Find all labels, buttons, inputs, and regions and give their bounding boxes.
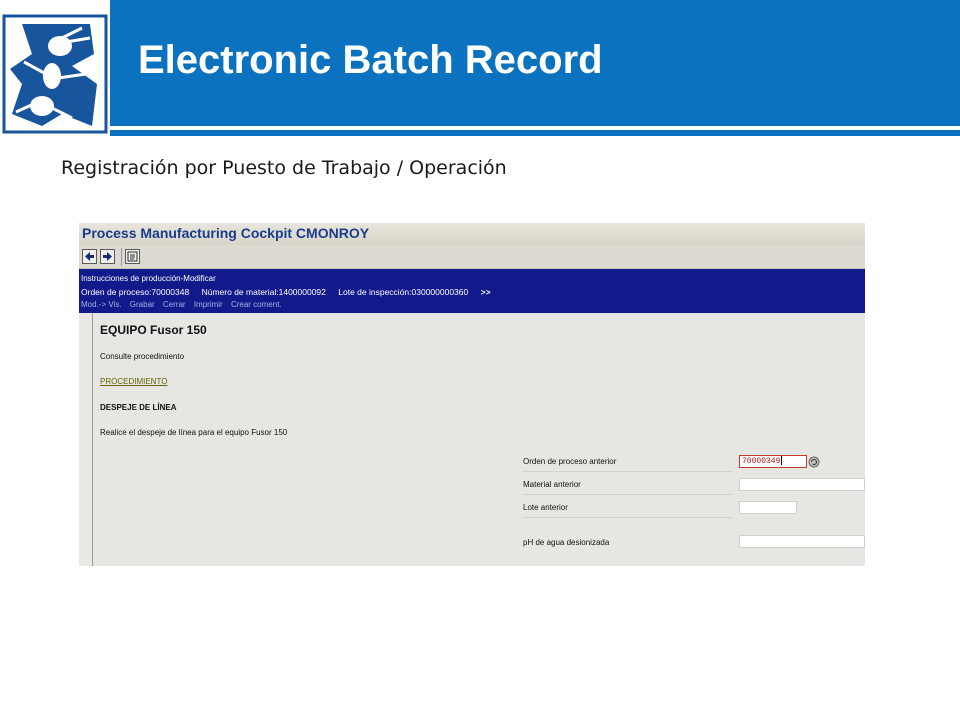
infobar-menu: Mod.-> Vis. Grabar Cerrar Imprimir Crear… <box>81 300 292 309</box>
sap-infobar: Instrucciones de producción-Modificar Or… <box>79 269 865 313</box>
slide-subtitle: Registración por Puesto de Trabajo / Ope… <box>61 157 507 179</box>
menu-crear-coment[interactable]: Crear coment. <box>231 300 282 309</box>
logo <box>0 0 110 138</box>
field-divider <box>522 517 732 518</box>
search-help-icon[interactable] <box>808 456 820 468</box>
slide-title: Electronic Batch Record <box>138 38 603 82</box>
inspection-lot: Lote de inspección:030000000360 <box>338 287 469 297</box>
consult-text: Consulte procedimiento <box>100 352 185 361</box>
toolbar-separator <box>121 248 122 266</box>
previous-material-label: Material anterior <box>523 480 581 489</box>
previous-order-input[interactable]: 70000349 <box>739 455 807 468</box>
process-order: Orden de proceso:70000348 <box>81 287 190 297</box>
forward-button[interactable] <box>100 249 115 264</box>
sap-window: Process Manufacturing Cockpit CMONROY In… <box>79 223 865 566</box>
previous-material-input[interactable] <box>739 478 865 491</box>
ph-water-input[interactable] <box>739 535 865 548</box>
arrow-right-icon <box>103 252 112 261</box>
ph-water-label: pH de agua desionizada <box>523 538 610 547</box>
sap-content: EQUIPO Fusor 150 Consulte procedimiento … <box>94 313 865 566</box>
layout-button[interactable] <box>125 249 140 264</box>
back-button[interactable] <box>82 249 97 264</box>
sap-titlebar: Process Manufacturing Cockpit CMONROY <box>79 223 865 245</box>
previous-lot-label: Lote anterior <box>523 503 568 512</box>
menu-imprimir[interactable]: Imprimir <box>194 300 223 309</box>
equipment-heading: EQUIPO Fusor 150 <box>100 323 207 337</box>
menu-grabar[interactable]: Grabar <box>130 300 155 309</box>
sap-toolbar <box>79 245 865 269</box>
section-title: DESPEJE DE LÍNEA <box>100 403 177 412</box>
more-button[interactable]: >> <box>481 287 491 297</box>
field-divider <box>522 494 732 495</box>
document-icon <box>127 251 138 262</box>
infobar-order-details: Orden de proceso:70000348 Número de mate… <box>81 287 501 297</box>
text-caret <box>781 456 783 466</box>
header-divider <box>110 130 960 136</box>
sap-left-border <box>79 313 93 566</box>
arrow-left-icon <box>85 252 94 261</box>
ant-logo-icon <box>2 14 108 134</box>
instruction-text: Realice el despeje de línea para el equi… <box>100 428 288 437</box>
sap-window-title: Process Manufacturing Cockpit CMONROY <box>82 225 370 241</box>
previous-lot-input[interactable] <box>739 501 797 514</box>
infobar-title: Instrucciones de producción-Modificar <box>81 274 216 283</box>
menu-cerrar[interactable]: Cerrar <box>163 300 186 309</box>
field-divider <box>522 471 732 472</box>
material-number: Número de material:1400000092 <box>201 287 326 297</box>
previous-order-value: 70000349 <box>742 457 781 466</box>
menu-mod-vis[interactable]: Mod.-> Vis. <box>81 300 122 309</box>
previous-order-label: Orden de proceso anterior <box>523 457 617 466</box>
procedure-link[interactable]: PROCEDIMIENTO <box>100 377 167 386</box>
